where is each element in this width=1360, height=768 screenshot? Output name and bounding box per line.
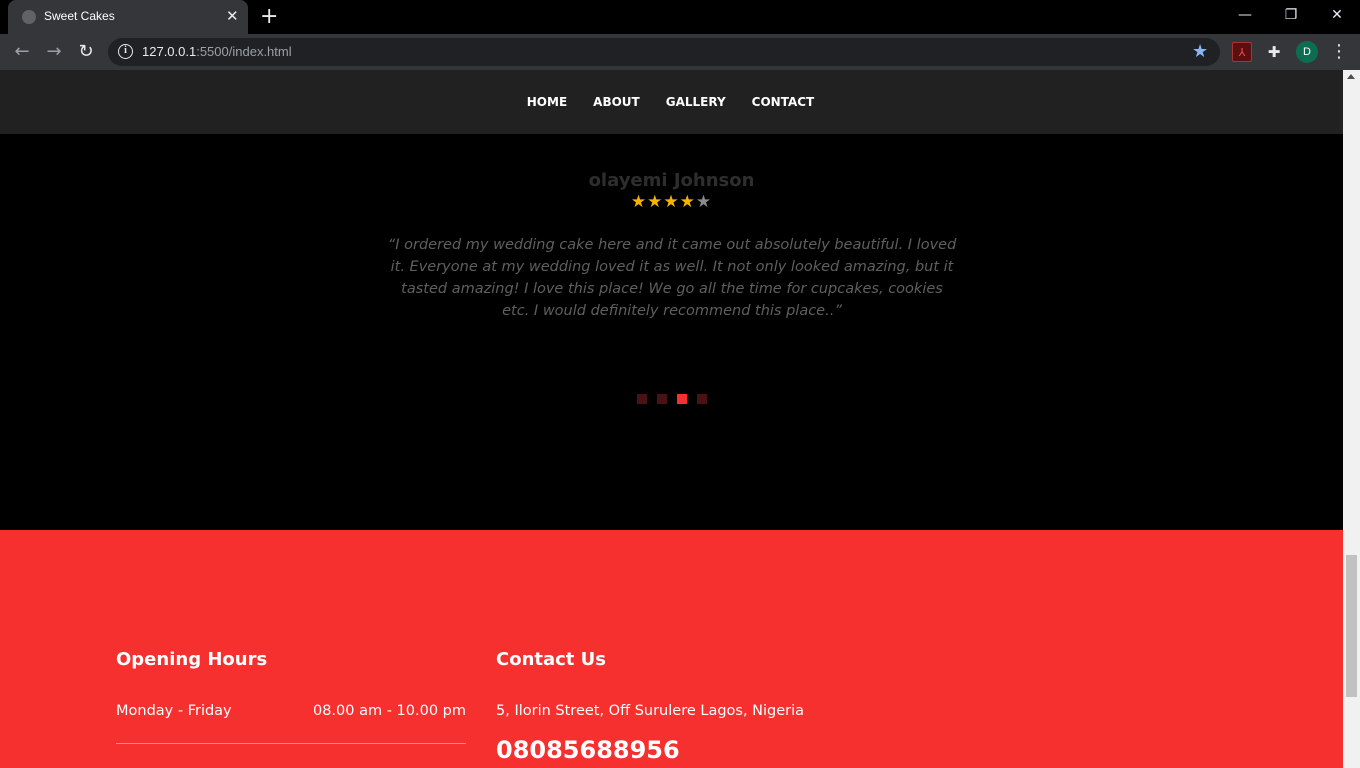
star-empty-icon: ★ — [695, 192, 713, 212]
testimonial-quote: “I ordered my wedding cake here and it c… — [387, 237, 957, 319]
browser-tab[interactable]: Sweet Cakes ✕ — [8, 0, 248, 34]
star-filled-icon: ★ — [647, 192, 664, 212]
nav-link-about[interactable]: ABOUT — [593, 95, 640, 109]
url-host: 127.0.0.1 — [142, 44, 197, 59]
contact-phone[interactable]: 08085688956 — [496, 736, 680, 764]
carousel-dot-1[interactable] — [637, 394, 647, 404]
browser-tab-strip: Sweet Cakes ✕ + — ❐ ✕ — [0, 0, 1360, 34]
pdf-extension-icon[interactable]: ⅄ — [1232, 42, 1252, 62]
address-bar[interactable]: i 127.0.0.1:5500/index.html ★ — [108, 38, 1220, 66]
url-text[interactable]: 127.0.0.1:5500/index.html — [142, 44, 292, 59]
footer: Opening Hours Monday - Friday 08.00 am -… — [0, 530, 1343, 768]
scrollbar-thumb[interactable] — [1346, 555, 1357, 697]
page-viewport: HOME ABOUT GALLERY CONTACT olayemi Johnson … — [0, 70, 1343, 768]
divider — [116, 743, 466, 744]
reviewer-name: olayemi Johnson — [588, 170, 755, 191]
site-navbar: HOME ABOUT GALLERY CONTACT — [0, 70, 1343, 134]
globe-icon — [22, 10, 36, 24]
star-filled-icon: ★ — [663, 192, 680, 212]
reload-icon[interactable]: ↻ — [74, 40, 98, 64]
back-icon[interactable]: ← — [10, 40, 34, 64]
kebab-menu-icon[interactable]: ⋮ — [1330, 40, 1348, 64]
new-tab-button[interactable]: + — [260, 4, 278, 30]
hours-day: Monday - Friday — [116, 703, 232, 719]
forward-icon[interactable]: → — [42, 40, 66, 64]
nav-link-gallery[interactable]: GALLERY — [666, 95, 726, 109]
minimize-button[interactable]: — — [1222, 0, 1268, 30]
info-icon[interactable]: i — [118, 44, 133, 59]
carousel-dot-4[interactable] — [697, 394, 707, 404]
carousel-dots — [637, 394, 707, 404]
star-filled-icon: ★ — [630, 192, 648, 212]
restore-button[interactable]: ❐ — [1268, 0, 1314, 30]
star-rating: ★★★★★ — [0, 192, 1343, 212]
carousel-dot-3[interactable] — [677, 394, 687, 404]
puzzle-icon[interactable]: ✚ — [1264, 42, 1284, 62]
contact-address: 5, Ilorin Street, Off Surulere Lagos, Ni… — [496, 703, 805, 719]
star-filled-icon: ★ — [679, 192, 696, 212]
page-scrollbar[interactable] — [1343, 70, 1360, 768]
scroll-up-arrow-icon[interactable] — [1347, 74, 1355, 79]
url-path: :5500/index.html — [196, 44, 292, 59]
contact-us-title: Contact Us — [496, 649, 607, 670]
tab-close-icon[interactable]: ✕ — [226, 7, 239, 25]
carousel-dot-2[interactable] — [657, 394, 667, 404]
avatar[interactable]: D — [1296, 41, 1318, 63]
nav-link-home[interactable]: HOME — [527, 95, 567, 109]
bookmark-star-icon[interactable]: ★ — [1192, 41, 1208, 62]
testimonial-section: olayemi Johnson ★★★★★ “I ordered my wedd… — [0, 134, 1343, 530]
browser-toolbar: ← → ↻ i 127.0.0.1:5500/index.html ★ ⅄ ✚ … — [0, 34, 1360, 70]
tab-title: Sweet Cakes — [44, 9, 115, 23]
nav-links: HOME ABOUT GALLERY CONTACT — [0, 70, 1343, 134]
close-window-button[interactable]: ✕ — [1314, 0, 1360, 30]
nav-link-contact[interactable]: CONTACT — [752, 95, 815, 109]
hours-time: 08.00 am - 10.00 pm — [312, 703, 466, 719]
opening-hours-title: Opening Hours — [116, 649, 268, 670]
